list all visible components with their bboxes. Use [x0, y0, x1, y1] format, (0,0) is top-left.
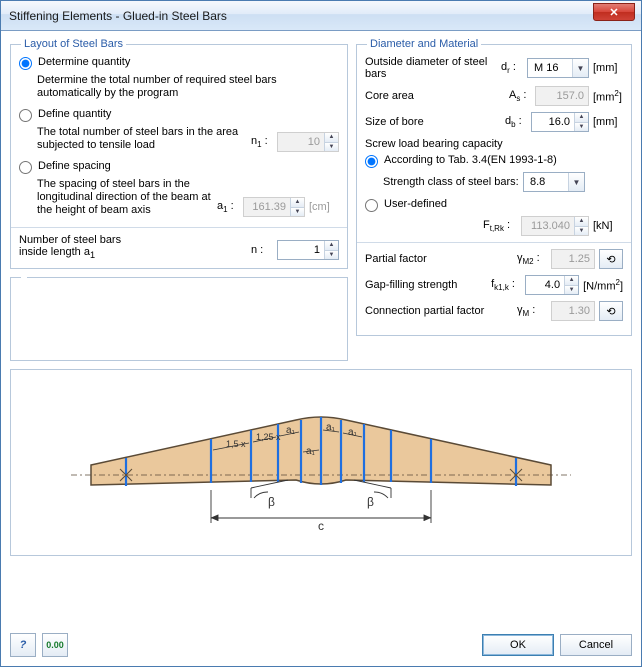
- svg-text:a₁: a₁: [326, 422, 336, 433]
- n-symbol: n :: [251, 244, 273, 256]
- cap-label: Screw load bearing capacity: [365, 138, 623, 150]
- conn-reset-button[interactable]: ⟲: [599, 301, 623, 321]
- diameter-legend: Diameter and Material: [367, 38, 481, 50]
- ftrk-input: ▲▼: [521, 216, 589, 236]
- db-value[interactable]: [532, 113, 574, 131]
- as-unit: [mm2]: [593, 89, 623, 104]
- define-qty-title: Define quantity: [38, 108, 111, 120]
- gm2-sym: γM2 :: [517, 252, 547, 266]
- n-value[interactable]: [278, 241, 324, 259]
- empty-group: [10, 277, 348, 361]
- gm-input: [551, 301, 595, 321]
- option-user[interactable]: User-defined: [365, 198, 623, 212]
- option-define-qty[interactable]: Define quantity: [19, 108, 339, 122]
- a1-symbol: a1 :: [217, 200, 239, 214]
- determine-desc: Determine the total number of required s…: [37, 74, 339, 100]
- fk1k-value[interactable]: [526, 276, 564, 294]
- radio-user[interactable]: [365, 199, 378, 212]
- dr-sym: dr :: [501, 61, 523, 75]
- close-button[interactable]: ✕: [593, 3, 635, 21]
- fk1k-unit: [N/mm2]: [583, 278, 623, 293]
- strength-value: 8.8: [530, 176, 545, 188]
- a1-value: [244, 198, 290, 216]
- determine-title: Determine quantity: [38, 56, 130, 68]
- units-button[interactable]: 0.00: [42, 633, 68, 657]
- reload-icon: ⟲: [606, 305, 615, 318]
- dr-combo[interactable]: M 16 ▼: [527, 58, 589, 78]
- a1-input: ▲▼: [243, 197, 305, 217]
- window-title: Stiffening Elements - Glued-in Steel Bar…: [9, 9, 227, 23]
- beam-diagram: 1,5 x 1,25 x a₁ a₁ a₁ a₁ β β: [10, 369, 632, 556]
- radio-determine[interactable]: [19, 57, 32, 70]
- db-input[interactable]: ▲▼: [531, 112, 589, 132]
- precision-icon: 0.00: [46, 640, 64, 650]
- reload-icon: ⟲: [606, 253, 615, 266]
- chevron-down-icon: ▼: [572, 59, 588, 77]
- ftrk-sym: Ft,Rk :: [483, 219, 517, 233]
- as-value: [536, 87, 588, 105]
- user-label: User-defined: [384, 198, 447, 210]
- n1-symbol: n1 :: [251, 135, 273, 149]
- partial-label: Partial factor: [365, 253, 513, 265]
- dr-unit: [mm]: [593, 62, 623, 74]
- help-button[interactable]: ?: [10, 633, 36, 657]
- strength-class-label: Strength class of steel bars:: [383, 176, 519, 188]
- num-bars-label1: Number of steel bars: [19, 234, 251, 246]
- n1-input: ▲▼: [277, 132, 339, 152]
- cancel-button[interactable]: Cancel: [560, 634, 632, 656]
- tab-label: According to Tab. 3.4(EN 1993-1-8): [384, 154, 557, 166]
- fk1k-sym: fk1,k :: [491, 278, 521, 292]
- a1-unit: [cm]: [309, 201, 339, 213]
- svg-text:a₁: a₁: [306, 446, 316, 457]
- gm2-input: [551, 249, 595, 269]
- num-bars-label2: inside length a1: [19, 246, 251, 260]
- define-sp-title: Define spacing: [38, 160, 111, 172]
- define-qty-desc: The total number of steel bars in the ar…: [37, 126, 251, 152]
- radio-define-qty[interactable]: [19, 109, 32, 122]
- conn-label: Connection partial factor: [365, 305, 513, 317]
- partial-reset-button[interactable]: ⟲: [599, 249, 623, 269]
- ok-button[interactable]: OK: [482, 634, 554, 656]
- option-determine[interactable]: Determine quantity: [19, 56, 339, 70]
- layout-group: Layout of Steel Bars Determine quantity …: [10, 38, 348, 269]
- diameter-group: Diameter and Material Outside diameter o…: [356, 38, 632, 336]
- n-down[interactable]: ▼: [325, 250, 338, 260]
- bore-label: Size of bore: [365, 116, 501, 128]
- gm-value: [552, 302, 594, 320]
- diag-beta-right: β: [367, 495, 374, 509]
- fk1k-input[interactable]: ▲▼: [525, 275, 579, 295]
- n1-value: [278, 133, 324, 151]
- core-label: Core area: [365, 90, 505, 102]
- gm-sym: γM :: [517, 304, 547, 318]
- gap-label: Gap-filling strength: [365, 279, 487, 291]
- strength-combo[interactable]: 8.8 ▼: [523, 172, 585, 192]
- n-input[interactable]: ▲▼: [277, 240, 339, 260]
- radio-define-spacing[interactable]: [19, 161, 32, 174]
- n-up[interactable]: ▲: [325, 241, 338, 250]
- close-icon: ✕: [609, 6, 618, 19]
- help-icon: ?: [20, 639, 27, 651]
- ftrk-unit: [kN]: [593, 220, 623, 232]
- ftrk-value: [522, 217, 574, 235]
- diag-mult15: 1,5 x: [226, 439, 246, 449]
- svg-text:a₁: a₁: [348, 427, 358, 438]
- define-sp-desc: The spacing of steel bars in the longitu…: [37, 178, 217, 217]
- db-sym: db :: [505, 115, 527, 129]
- layout-legend: Layout of Steel Bars: [21, 38, 126, 50]
- svg-text:a₁: a₁: [286, 425, 296, 436]
- radio-tab[interactable]: [365, 155, 378, 168]
- option-define-spacing[interactable]: Define spacing: [19, 160, 339, 174]
- as-sym: As :: [509, 89, 531, 103]
- option-tab[interactable]: According to Tab. 3.4(EN 1993-1-8): [365, 154, 623, 168]
- diag-c: c: [318, 519, 324, 533]
- dr-value: M 16: [534, 62, 558, 74]
- db-unit: [mm]: [593, 116, 623, 128]
- chevron-down-icon: ▼: [568, 173, 584, 191]
- title-bar: Stiffening Elements - Glued-in Steel Bar…: [1, 1, 641, 31]
- outside-label: Outside diameter of steel bars: [365, 56, 497, 80]
- diag-mult125: 1,25 x: [256, 432, 281, 442]
- gm2-value: [552, 250, 594, 268]
- diag-beta-left: β: [268, 495, 275, 509]
- as-input: [535, 86, 589, 106]
